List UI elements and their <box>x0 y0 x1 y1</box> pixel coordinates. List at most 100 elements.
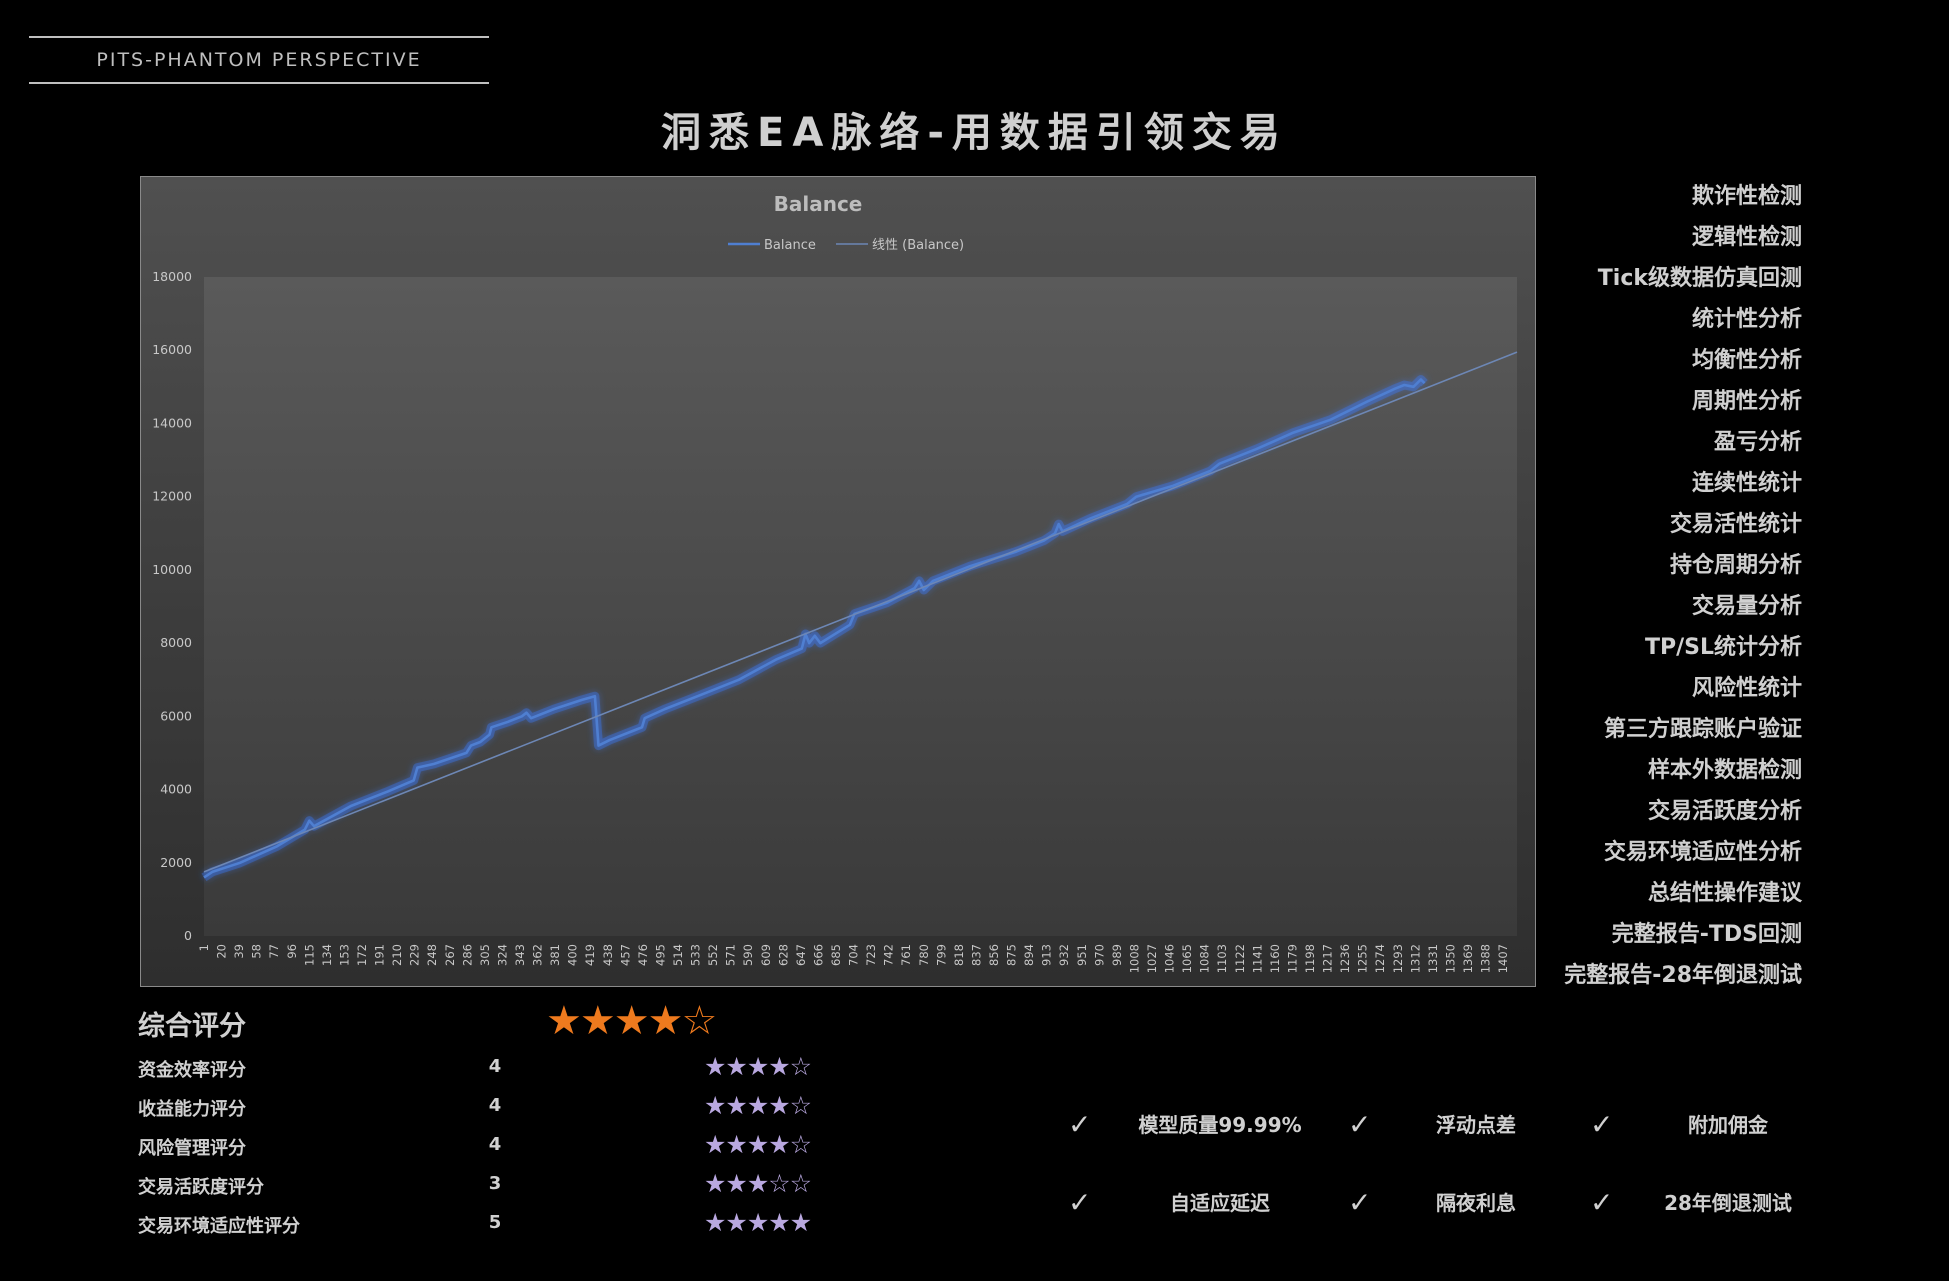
y-tick-label: 12000 <box>152 489 192 504</box>
x-tick-label: 742 <box>882 944 896 966</box>
x-tick-label: 818 <box>952 944 966 966</box>
y-tick-label: 18000 <box>152 269 192 284</box>
analysis-item: 完整报告-28年倒退测试 <box>1564 963 1802 988</box>
x-tick-label: 1274 <box>1373 944 1387 973</box>
x-tick-label: 39 <box>232 944 246 959</box>
x-tick-label: 704 <box>847 944 861 966</box>
score-row: 交易环境适应性评分 5 ★★★★★ <box>138 1208 838 1242</box>
score-row: 风险管理评分 4 ★★★★☆ <box>138 1130 838 1164</box>
y-tick-label: 14000 <box>152 415 192 430</box>
analysis-list: 欺诈性检测 逻辑性检测 Tick级数据仿真回测 统计性分析 均衡性分析 周期性分… <box>1530 176 1802 996</box>
analysis-item: 逻辑性检测 <box>1691 225 1802 250</box>
feature-item: ✓ 28年倒退测试 <box>1590 1186 1830 1220</box>
analysis-item: 风险性统计 <box>1691 676 1802 701</box>
score-stars: ★★★★★ <box>704 1208 812 1237</box>
x-tick-label: 1407 <box>1496 944 1510 973</box>
analysis-item: 盈亏分析 <box>1713 430 1802 455</box>
analysis-item: 第三方跟踪账户验证 <box>1603 717 1802 742</box>
feature-item: ✓ 附加佣金 <box>1590 1108 1830 1142</box>
x-tick-label: 362 <box>531 944 545 966</box>
x-tick-label: 951 <box>1075 944 1089 966</box>
x-tick-label: 1255 <box>1356 944 1370 973</box>
score-stars: ★★★★☆ <box>704 1052 812 1081</box>
check-icon: ✓ <box>1348 1108 1372 1141</box>
legend-label: 线性 (Balance) <box>872 238 964 253</box>
x-tick-label: 723 <box>864 944 878 966</box>
check-icon: ✓ <box>1068 1108 1092 1141</box>
score-label: 风险管理评分 <box>138 1138 246 1159</box>
x-tick-label: 191 <box>373 944 387 966</box>
balance-chart-svg: Balance Balance 线性 (Balance) 0 2000 4000 6000 8… <box>152 192 1518 973</box>
analysis-item: 连续性统计 <box>1691 471 1802 496</box>
analysis-item: 周期性分析 <box>1691 389 1802 414</box>
y-tick-label: 0 <box>184 928 192 943</box>
y-tick-label: 16000 <box>152 342 192 357</box>
check-icon: ✓ <box>1348 1186 1372 1219</box>
x-tick-label: 58 <box>250 944 264 959</box>
check-icon: ✓ <box>1068 1186 1092 1219</box>
x-tick-label: 153 <box>337 944 351 966</box>
legend-label: Balance <box>764 238 816 253</box>
x-tick-label: 799 <box>934 944 948 966</box>
x-tick-label: 932 <box>1057 944 1071 966</box>
x-tick-label: 1388 <box>1479 944 1493 973</box>
x-tick-label: 1179 <box>1285 944 1299 973</box>
feature-label: 自适应延迟 <box>1170 1191 1270 1215</box>
x-tick-label: 1350 <box>1443 944 1457 973</box>
score-stars: ★★★★☆ <box>704 1130 812 1159</box>
feature-item: ✓ 浮动点差 <box>1348 1108 1588 1142</box>
x-tick-label: 780 <box>917 944 931 966</box>
x-tick-label: 343 <box>513 944 527 966</box>
score-value: 4 <box>488 1095 502 1116</box>
x-tick-label: 609 <box>759 944 773 966</box>
y-tick-label: 8000 <box>160 635 192 650</box>
check-icon: ✓ <box>1590 1186 1614 1219</box>
score-label: 资金效率评分 <box>138 1060 246 1081</box>
brand-box: PITS-PHANTOM PERSPECTIVE <box>29 36 489 84</box>
x-tick-label: 115 <box>302 944 316 966</box>
x-tick-label: 1312 <box>1408 944 1422 973</box>
feature-item: ✓ 模型质量99.99% <box>1068 1108 1348 1142</box>
feature-label: 28年倒退测试 <box>1664 1191 1792 1215</box>
x-tick-label: 837 <box>969 944 983 966</box>
x-tick-label: 552 <box>706 944 720 966</box>
x-tick-label: 1293 <box>1391 944 1405 973</box>
feature-label: 模型质量99.99% <box>1138 1113 1302 1137</box>
feature-label: 附加佣金 <box>1688 1113 1768 1137</box>
x-tick-label: 1122 <box>1233 944 1247 973</box>
analysis-item: 交易活跃度分析 <box>1647 799 1802 824</box>
x-tick-label: 666 <box>811 944 825 966</box>
x-tick-label: 1160 <box>1268 944 1282 973</box>
x-tick-label: 1103 <box>1215 944 1229 973</box>
x-tick-label: 913 <box>1040 944 1054 966</box>
x-tick-label: 1331 <box>1426 944 1440 973</box>
x-tick-label: 248 <box>425 944 439 966</box>
analysis-item: 交易量分析 <box>1691 594 1802 619</box>
overall-score-label: 综合评分 <box>138 1011 246 1042</box>
feature-item: ✓ 自适应延迟 <box>1068 1186 1348 1220</box>
x-tick-label: 210 <box>390 944 404 966</box>
y-tick-label: 4000 <box>160 782 192 797</box>
analysis-item: 持仓周期分析 <box>1669 553 1802 578</box>
x-tick-label: 970 <box>1092 944 1106 966</box>
x-tick-label: 533 <box>689 944 703 966</box>
plot-area <box>204 277 1517 936</box>
feature-label: 浮动点差 <box>1436 1113 1516 1137</box>
score-label: 交易活跃度评分 <box>138 1177 264 1198</box>
score-value: 3 <box>488 1173 502 1194</box>
score-row: 收益能力评分 4 ★★★★☆ <box>138 1091 838 1125</box>
x-tick-label: 571 <box>724 944 738 966</box>
x-tick-label: 761 <box>899 944 913 966</box>
score-value: 5 <box>488 1212 502 1233</box>
overall-rating-stars: ★★★★☆ <box>546 998 717 1044</box>
x-tick-label: 20 <box>215 944 229 959</box>
feature-item: ✓ 隔夜利息 <box>1348 1186 1588 1220</box>
x-tick-label: 590 <box>741 944 755 966</box>
x-tick-label: 894 <box>1022 944 1036 966</box>
analysis-item: 交易活性统计 <box>1669 512 1802 537</box>
x-tick-label: 419 <box>583 944 597 966</box>
score-row: 资金效率评分 4 ★★★★☆ <box>138 1052 838 1086</box>
y-tick-label: 10000 <box>152 562 192 577</box>
x-tick-label: 647 <box>794 944 808 966</box>
x-tick-label: 875 <box>1005 944 1019 966</box>
